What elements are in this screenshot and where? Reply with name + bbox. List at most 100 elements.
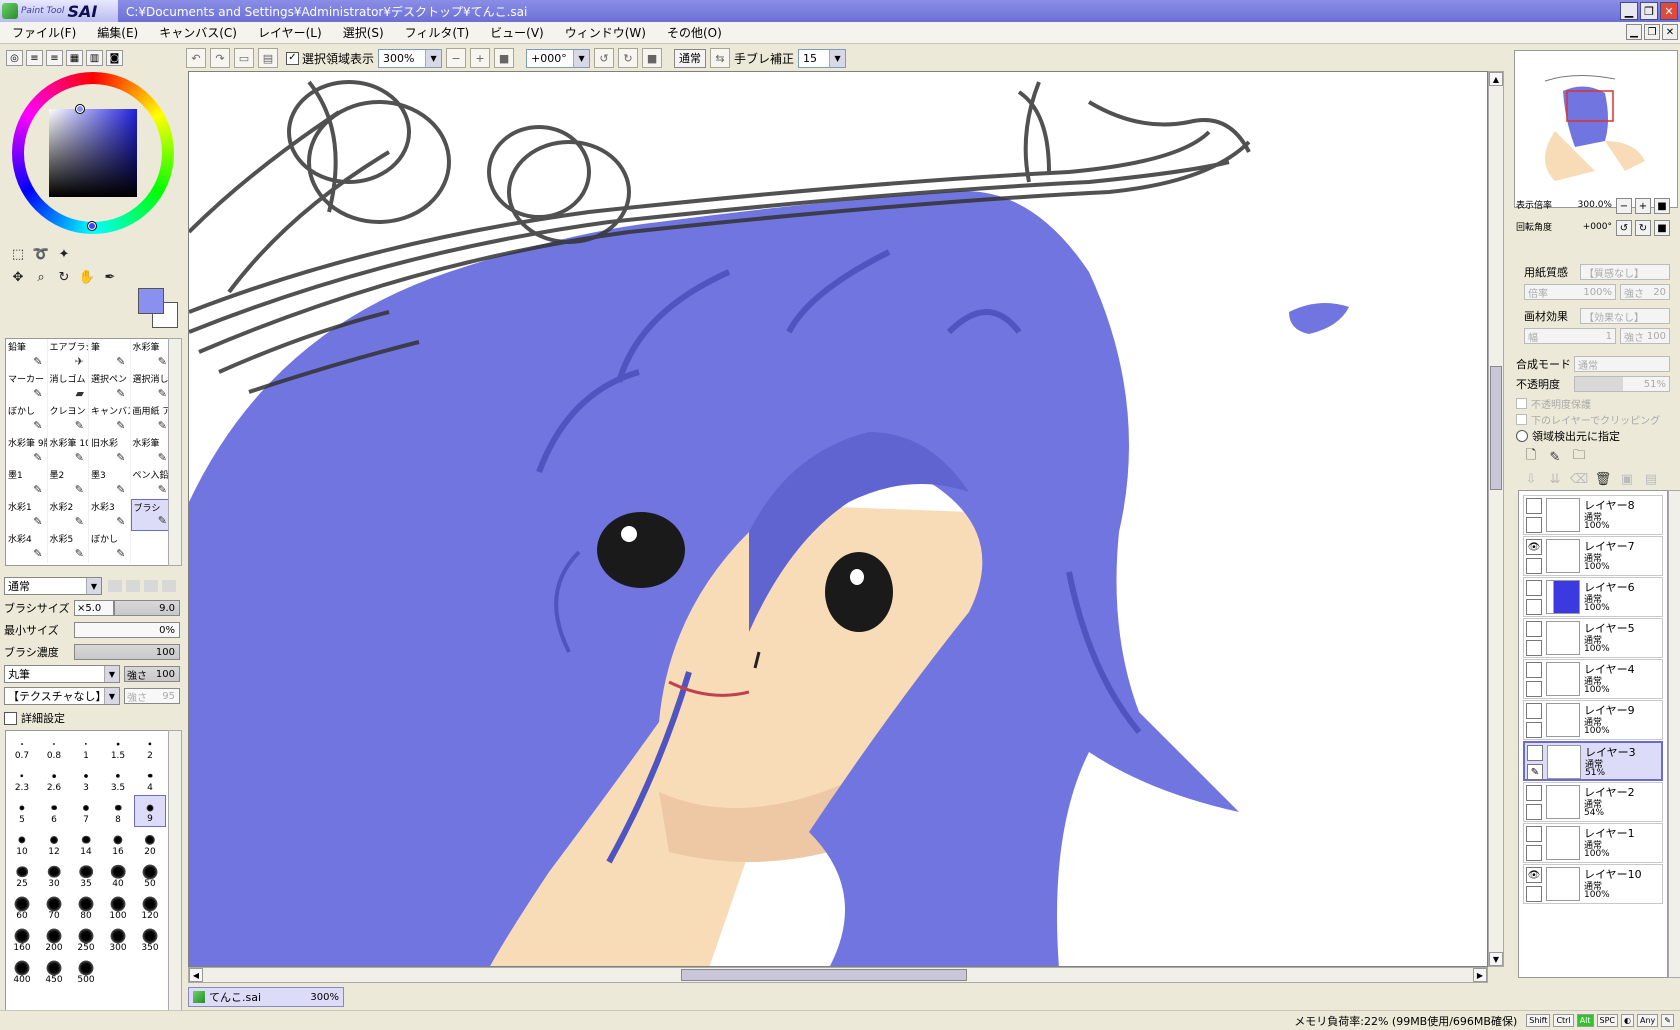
brush-size-option[interactable]: 8 — [102, 795, 134, 827]
drawing-canvas[interactable] — [188, 71, 1488, 967]
layer-row[interactable]: レイヤー1 通常 100% — [1523, 823, 1663, 863]
brush-size-option[interactable]: 80 — [70, 891, 102, 923]
paper-texture-select[interactable]: 【質感なし】 — [1580, 264, 1670, 280]
brush-texture-select[interactable]: 【テクスチャなし】 ▼ — [4, 687, 120, 705]
canvas-horizontal-scrollbar[interactable]: ◀ ▶ — [188, 967, 1488, 983]
magic-wand-icon[interactable]: ✦ — [54, 244, 74, 264]
merge-down-icon[interactable]: ⇊ — [1546, 470, 1564, 488]
show-selection-checkbox[interactable]: ✓ — [286, 51, 299, 65]
clipping-checkbox[interactable] — [1516, 414, 1527, 425]
pen-icon[interactable]: ✎ — [1527, 764, 1543, 780]
brush-slot[interactable]: ブラシ ✎ — [130, 499, 172, 531]
scroll-up-icon[interactable]: ▲ — [1489, 72, 1503, 86]
brush-slot[interactable]: 墨1 ✎ — [6, 467, 48, 499]
close-button[interactable]: ✕ — [1660, 2, 1678, 20]
shape-strength-slider[interactable]: 強さ 100 — [124, 666, 180, 682]
zoom-reset-button[interactable]: ■ — [494, 48, 515, 68]
brush-size-option[interactable]: 16 — [102, 827, 134, 859]
brush-size-option[interactable]: 5 — [6, 795, 38, 827]
redo-button[interactable]: ↷ — [210, 48, 230, 68]
layer-mask-icon[interactable]: ▣ — [1618, 470, 1636, 488]
brush-size-option[interactable]: 100 — [102, 891, 134, 923]
rotate-icon[interactable]: ↻ — [54, 267, 74, 287]
brush-slot[interactable]: 墨3 ✎ — [89, 467, 131, 499]
brush-size-multiplier[interactable]: ×5.0 — [74, 600, 114, 616]
brush-size-option[interactable]: 40 — [102, 859, 134, 891]
eye-icon[interactable] — [1526, 662, 1542, 678]
zoom-icon[interactable]: ⌕ — [31, 267, 51, 287]
eye-icon[interactable]: 👁 — [1526, 867, 1542, 883]
vertical-scroll-thumb[interactable] — [1490, 366, 1502, 490]
min-size-slider[interactable]: 0% — [74, 622, 180, 638]
menu-item-3[interactable]: レイヤー(L) — [258, 24, 322, 41]
lock-icon[interactable] — [1526, 804, 1542, 820]
layer-row[interactable]: レイヤー5 通常 100% — [1523, 618, 1663, 658]
paper-scale-field[interactable]: 倍率 100% — [1524, 284, 1616, 300]
menu-item-1[interactable]: 編集(E) — [97, 24, 138, 41]
brush-size-option[interactable]: 50 — [134, 859, 166, 891]
size-grid-scrollbar[interactable] — [168, 730, 182, 1030]
eye-icon[interactable] — [1526, 826, 1542, 842]
brush-size-option[interactable]: 250 — [70, 923, 102, 955]
layer-blend-select[interactable]: 通常 — [1574, 356, 1670, 372]
brush-slot[interactable]: ぼかし ✎ — [89, 531, 131, 563]
brush-slot[interactable] — [131, 531, 172, 563]
brush-slot[interactable]: 水彩1 ✎ — [6, 499, 48, 531]
scroll-right-icon[interactable]: ▶ — [1473, 968, 1487, 982]
eye-icon[interactable] — [1526, 703, 1542, 719]
delete-layer-icon[interactable]: 🗑 — [1594, 470, 1612, 488]
canvas-vertical-scrollbar[interactable]: ▲ ▼ — [1488, 71, 1504, 967]
nav-zoom-reset-button[interactable]: ■ — [1654, 198, 1670, 214]
brush-slot[interactable]: 選択消し ✎ — [131, 371, 172, 403]
brush-slot[interactable]: 水彩3 ✎ — [89, 499, 131, 531]
brush-size-option[interactable]: 6 — [38, 795, 70, 827]
menu-item-6[interactable]: ビュー(V) — [490, 24, 544, 41]
view-mode-button[interactable]: 通常 — [674, 48, 707, 68]
menu-item-8[interactable]: その他(O) — [667, 24, 722, 41]
show-selection-toggle[interactable]: ✓ 選択領域表示 — [286, 50, 374, 67]
effect-strength-field[interactable]: 強さ 100 — [1620, 328, 1670, 344]
nav-zoom-in-button[interactable]: + — [1635, 198, 1651, 214]
scroll-left-icon[interactable]: ◀ — [189, 968, 203, 982]
undo-button[interactable]: ↶ — [186, 48, 206, 68]
brush-slot[interactable]: ぼかし ✎ — [6, 403, 48, 435]
brush-slot[interactable]: 画用紙 アクリル ✎ — [131, 403, 172, 435]
brush-size-option[interactable]: 2.3 — [6, 763, 38, 795]
hue-picker-marker[interactable] — [87, 221, 97, 231]
saturation-value-square[interactable] — [49, 109, 137, 197]
new-folder-icon[interactable]: 🗀 — [1570, 448, 1588, 466]
layer-list-scrollbar[interactable] — [1668, 490, 1680, 978]
brush-size-option[interactable]: 60 — [6, 891, 38, 923]
transfer-down-icon[interactable]: ⇩ — [1522, 470, 1540, 488]
brush-size-option[interactable]: 0.7 — [6, 731, 38, 763]
doc-minimize-button[interactable]: ▁ — [1626, 24, 1642, 40]
brush-slot[interactable]: 水彩2 ✎ — [48, 499, 89, 531]
hand-icon[interactable]: ✋ — [77, 267, 97, 287]
zoom-in-button[interactable]: + — [470, 48, 491, 68]
edge-shape-1[interactable] — [108, 580, 122, 592]
eye-icon[interactable] — [1526, 621, 1542, 637]
scroll-down-icon[interactable]: ▼ — [1489, 952, 1503, 966]
edge-shape-4[interactable] — [162, 580, 176, 592]
menu-item-0[interactable]: ファイル(F) — [12, 24, 76, 41]
doc-close-button[interactable]: ✕ — [1662, 24, 1678, 40]
brush-size-option[interactable]: 10 — [6, 827, 38, 859]
stabilizer-select[interactable]: 15 ▼ — [798, 48, 847, 68]
brush-slot[interactable]: 筆 ✎ — [89, 339, 131, 371]
menu-item-2[interactable]: キャンバス(C) — [159, 24, 237, 41]
doc-maximize-button[interactable]: ❐ — [1644, 24, 1660, 40]
layer-row[interactable]: レイヤー9 通常 100% — [1523, 700, 1663, 740]
brush-size-option[interactable]: 2.6 — [38, 763, 70, 795]
brush-size-option[interactable]: 300 — [102, 923, 134, 955]
rotation-select[interactable]: +000° ▼ — [526, 48, 591, 68]
layer-row[interactable]: ✎ レイヤー3 通常 51% — [1523, 741, 1663, 781]
effect-width-field[interactable]: 幅 1 — [1524, 328, 1616, 344]
brush-size-option[interactable]: 2 — [134, 731, 166, 763]
layer-row[interactable]: 👁 レイヤー10 通常 100% — [1523, 864, 1663, 904]
brush-slot[interactable]: 旧水彩 ✎ — [89, 435, 131, 467]
brush-size-option[interactable]: 3.5 — [102, 763, 134, 795]
eye-icon[interactable] — [1527, 745, 1543, 761]
hue-wheel[interactable] — [12, 72, 174, 234]
nav-rotate-right-button[interactable]: ↻ — [1635, 220, 1651, 236]
brush-size-option[interactable]: 120 — [134, 891, 166, 923]
